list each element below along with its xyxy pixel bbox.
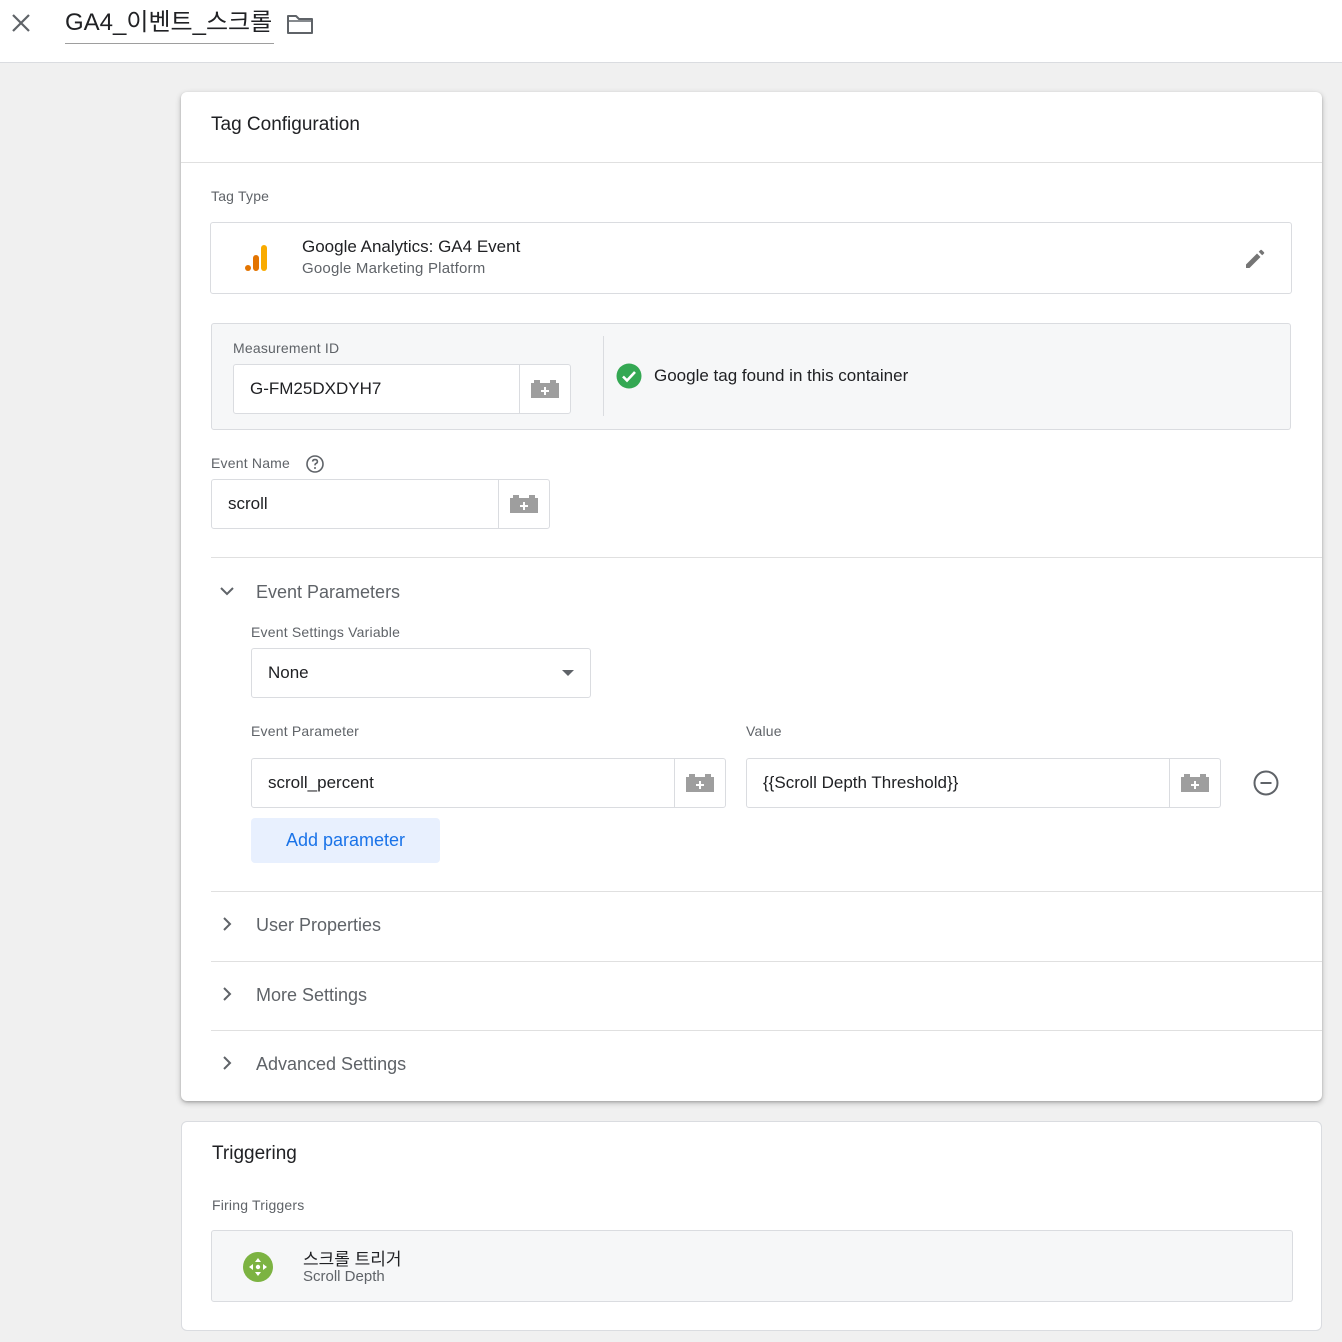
chevron-right-icon [217, 984, 237, 1004]
user-properties-title: User Properties [256, 915, 382, 935]
parameter-value-field[interactable]: {{Scroll Depth Threshold}} [746, 758, 1221, 808]
variable-picker-icon[interactable] [674, 759, 725, 807]
triggering-card: Triggering Firing Triggers 스크롤 트리거 Scrol… [181, 1121, 1322, 1331]
measurement-panel: Measurement ID G-FM25DXDYH7 Google tag f… [211, 323, 1291, 430]
variable-picker-icon[interactable] [519, 365, 570, 413]
trigger-item[interactable]: 스크롤 트리거 Scroll Depth [211, 1230, 1293, 1302]
event-parameters-title: Event Parameters [256, 582, 401, 602]
help-icon[interactable] [305, 454, 325, 474]
chevron-right-icon [217, 914, 237, 934]
folder-icon[interactable] [286, 12, 314, 36]
more-settings-title: More Settings [256, 985, 368, 1005]
value-column-label: Value [746, 723, 782, 739]
divider [211, 1030, 1322, 1031]
divider [603, 336, 604, 416]
more-settings-toggle[interactable]: More Settings [211, 972, 1291, 1018]
event-settings-variable-label: Event Settings Variable [251, 624, 401, 640]
trigger-type: Scroll Depth [303, 1268, 385, 1285]
check-circle-icon [616, 363, 642, 389]
chevron-down-icon [217, 581, 237, 601]
event-parameter-field[interactable]: scroll_percent [251, 758, 726, 808]
event-parameter-value: scroll_percent [268, 773, 374, 792]
tag-type-name: Google Analytics: GA4 Event [302, 237, 521, 256]
event-parameters-toggle[interactable]: Event Parameters [211, 569, 1291, 615]
event-name-value: scroll [228, 494, 268, 513]
advanced-settings-title: Advanced Settings [256, 1054, 407, 1074]
tag-name-input[interactable]: GA4_이벤트_스크롤 [65, 6, 275, 44]
event-parameter-column-label: Event Parameter [251, 723, 360, 739]
card-title: Triggering [212, 1143, 297, 1164]
tag-type-selector[interactable]: Google Analytics: GA4 Event Google Marke… [210, 222, 1292, 294]
event-name-field[interactable]: scroll [211, 479, 550, 529]
event-name-label: Event Name [211, 455, 291, 471]
divider [211, 961, 1322, 962]
event-settings-variable-select[interactable]: None [251, 648, 591, 698]
tag-type-label: Tag Type [211, 188, 270, 204]
remove-circle-icon[interactable] [1252, 769, 1280, 797]
close-icon[interactable] [8, 10, 34, 36]
firing-triggers-label: Firing Triggers [212, 1197, 305, 1213]
card-title: Tag Configuration [211, 114, 360, 135]
selected-value: None [268, 663, 309, 682]
measurement-id-value: G-FM25DXDYH7 [250, 379, 382, 398]
user-properties-toggle[interactable]: User Properties [211, 902, 1291, 948]
top-bar: GA4_이벤트_스크롤 [0, 0, 1342, 63]
variable-picker-icon[interactable] [1169, 759, 1220, 807]
tag-configuration-card: Tag Configuration Tag Type Google Analyt… [181, 92, 1322, 1101]
tag-found-status: Google tag found in this container [654, 366, 909, 385]
dropdown-arrow-icon [562, 670, 574, 676]
trigger-name: 스크롤 트리거 [303, 1250, 402, 1269]
add-parameter-button[interactable]: Add parameter [251, 818, 440, 863]
divider [181, 162, 1322, 163]
google-analytics-icon [243, 243, 271, 273]
measurement-id-label: Measurement ID [233, 340, 340, 356]
advanced-settings-toggle[interactable]: Advanced Settings [211, 1041, 1291, 1087]
divider [211, 557, 1322, 558]
variable-picker-icon[interactable] [498, 480, 549, 528]
chevron-right-icon [217, 1053, 237, 1073]
measurement-id-field[interactable]: G-FM25DXDYH7 [233, 364, 571, 414]
tag-type-provider: Google Marketing Platform [302, 260, 486, 277]
scroll-trigger-icon [242, 1251, 274, 1283]
divider [211, 891, 1322, 892]
pencil-icon[interactable] [1241, 245, 1269, 273]
parameter-value: {{Scroll Depth Threshold}} [763, 773, 959, 792]
